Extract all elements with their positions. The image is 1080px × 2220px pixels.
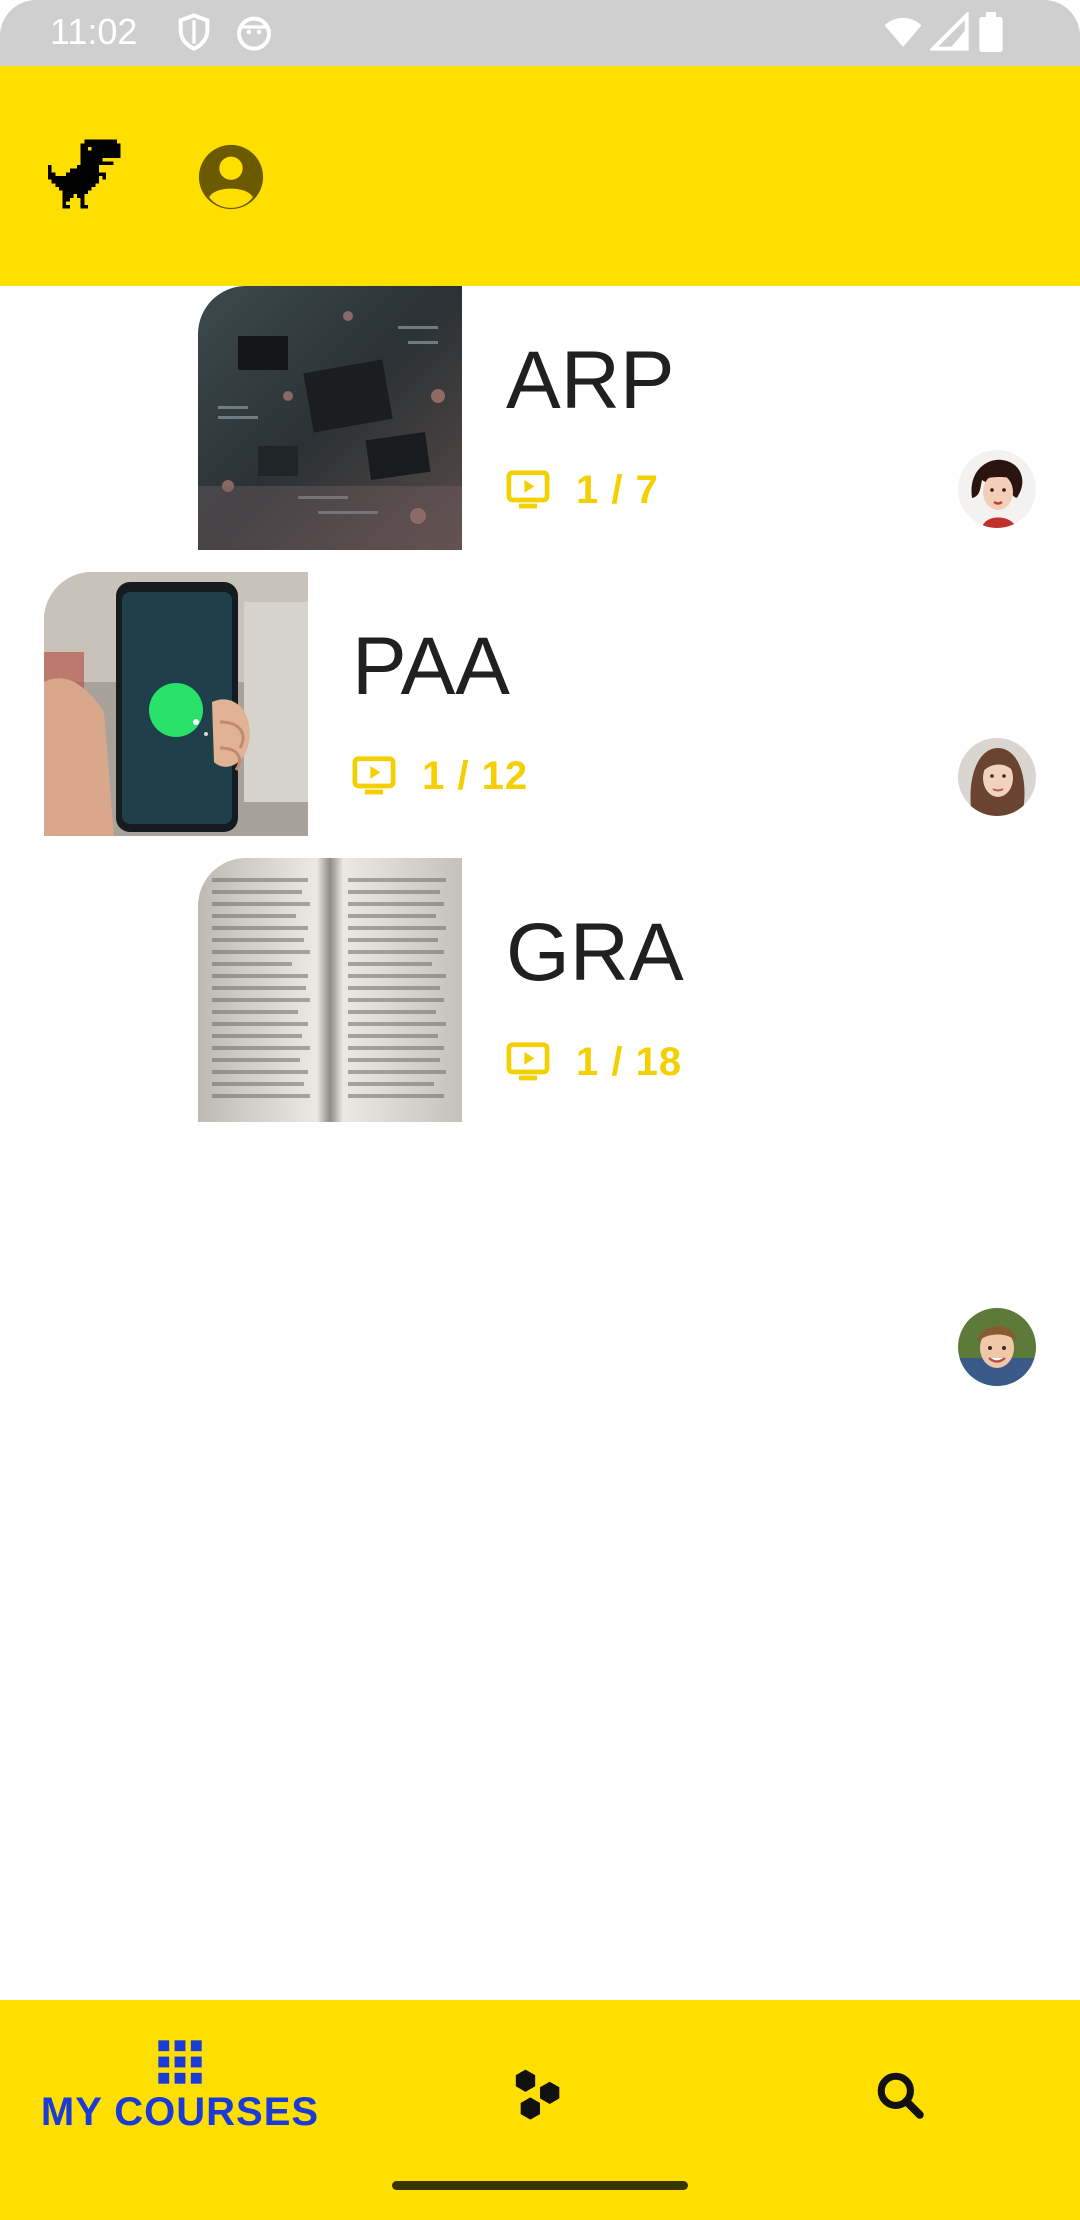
hexagons-icon — [511, 2066, 569, 2124]
course-card-arp[interactable]: ARP 1 / 7 — [0, 286, 1080, 550]
wifi-icon — [880, 12, 926, 52]
course-title: ARP — [506, 335, 675, 426]
grid-icon — [154, 2036, 206, 2088]
video-icon — [506, 470, 550, 510]
status-bar: 11:02 — [0, 0, 1080, 66]
nav-item-my-courses[interactable]: MY COURSES — [0, 2000, 360, 2170]
dino-icon[interactable] — [48, 136, 128, 216]
battery-icon — [976, 12, 1006, 52]
course-card-paa[interactable]: PAA 1 / 12 — [0, 572, 1080, 836]
course-card-gra[interactable]: GRA 1 / 18 — [0, 858, 1080, 1386]
android-head-icon — [234, 12, 274, 52]
nav-item-hexagons[interactable] — [360, 2000, 720, 2170]
course-progress: 1 / 12 — [352, 752, 528, 800]
course-thumbnail — [44, 572, 308, 836]
instructor-avatar[interactable] — [958, 738, 1036, 816]
progress-text: 1 / 7 — [576, 467, 659, 512]
video-icon — [506, 1042, 550, 1082]
app-bar — [0, 66, 1080, 286]
course-title: GRA — [506, 907, 684, 998]
course-progress: 1 / 18 — [506, 1038, 682, 1086]
shield-icon — [174, 12, 214, 52]
video-icon — [352, 756, 396, 796]
nav-label: MY COURSES — [40, 2089, 320, 2134]
nav-item-search[interactable] — [720, 2000, 1080, 2170]
home-indicator[interactable] — [392, 2181, 688, 2190]
search-icon — [875, 2070, 925, 2120]
cellular-signal-icon — [930, 12, 970, 52]
course-title: PAA — [352, 621, 510, 712]
account-circle-icon[interactable] — [196, 142, 266, 212]
course-thumbnail — [198, 858, 462, 1122]
progress-text: 1 / 12 — [422, 753, 529, 798]
course-progress: 1 / 7 — [506, 466, 659, 514]
course-thumbnail — [198, 286, 462, 550]
progress-text: 1 / 18 — [576, 1039, 683, 1084]
instructor-avatar[interactable] — [958, 1308, 1036, 1386]
instructor-avatar[interactable] — [958, 450, 1036, 528]
status-time: 11:02 — [50, 11, 138, 52]
